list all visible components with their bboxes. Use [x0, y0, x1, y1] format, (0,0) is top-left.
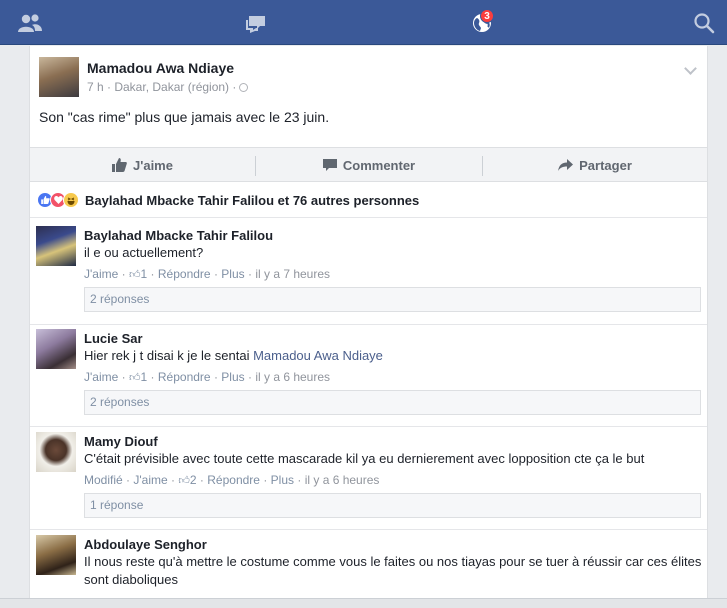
post-author-name[interactable]: Mamadou Awa Ndiaye	[87, 60, 234, 76]
commenter-avatar[interactable]	[36, 226, 76, 266]
comment-like-count[interactable]: 1	[141, 370, 148, 384]
mention-link[interactable]: Mamadou Awa Ndiaye	[253, 348, 383, 363]
comment-actions: J'aime · 👍︎1 · Répondre · Plus · il y a …	[84, 370, 331, 384]
reactions-text[interactable]: Baylahad Mbacke Tahir Falilou et 76 autr…	[85, 193, 419, 208]
comment-more-link[interactable]: Plus	[221, 267, 244, 281]
comment-more-link[interactable]: Plus	[271, 473, 294, 487]
comment-text-body: Hier rek j t disai k je le sentai	[84, 348, 250, 363]
post-meta: 7 h · Dakar, Dakar (région) ·	[87, 80, 249, 94]
comment-reply-link[interactable]: Répondre	[158, 370, 211, 384]
comment-time[interactable]: il y a 6 heures	[255, 370, 330, 384]
like-label: J'aime	[133, 157, 173, 173]
chevron-down-icon[interactable]	[684, 62, 697, 75]
post-text: Son "cas rime" plus que jamais avec le 2…	[39, 109, 330, 125]
top-nav-bar: 3	[0, 0, 727, 45]
post-author-avatar[interactable]	[39, 57, 79, 97]
comment-text: Hier rek j t disai k je le sentai Mamado…	[84, 347, 704, 365]
comment-text: C'était prévisible avec toute cette masc…	[84, 451, 645, 466]
comment-like-count[interactable]: 1	[141, 267, 148, 281]
commenter-avatar[interactable]	[36, 432, 76, 472]
comment-reply-link[interactable]: Répondre	[158, 267, 211, 281]
comment-time[interactable]: il y a 7 heures	[255, 267, 330, 281]
like-button[interactable]: J'aime	[30, 148, 255, 182]
comment-like-link[interactable]: J'aime	[133, 473, 167, 487]
reactions-summary[interactable]: Baylahad Mbacke Tahir Falilou et 76 autr…	[37, 191, 419, 209]
friends-tab[interactable]	[10, 0, 50, 45]
commenter-name[interactable]: Lucie Sar	[84, 331, 143, 346]
friends-icon	[18, 13, 42, 32]
post-actions-bar: J'aime Commenter Partager	[30, 147, 707, 182]
comment-item: Baylahad Mbacke Tahir Falilou il e ou ac…	[30, 218, 707, 320]
privacy-globe-icon	[239, 83, 249, 92]
notifications-badge: 3	[480, 9, 494, 23]
share-label: Partager	[579, 157, 632, 173]
comment-label: Commenter	[342, 157, 416, 173]
comment-reply-link[interactable]: Répondre	[207, 473, 260, 487]
thumbs-up-icon: 👍︎	[129, 372, 141, 384]
comment-like-link[interactable]: J'aime	[84, 370, 118, 384]
comment-more-link[interactable]: Plus	[221, 370, 244, 384]
messages-icon	[246, 15, 265, 33]
commenter-avatar[interactable]	[36, 329, 76, 369]
commenter-name[interactable]: Baylahad Mbacke Tahir Falilou	[84, 228, 273, 243]
post-card: Mamadou Awa Ndiaye 7 h · Dakar, Dakar (r…	[29, 46, 708, 608]
thumbs-up-icon: 👍︎	[129, 269, 141, 281]
comment-item: Abdoulaye Senghor Il nous reste qu'à met…	[30, 527, 707, 608]
haha-reaction-icon	[63, 192, 79, 208]
share-icon	[558, 159, 574, 171]
share-button[interactable]: Partager	[483, 148, 707, 182]
search-icon	[694, 12, 715, 33]
bottom-scroll-strip	[0, 598, 727, 608]
comment-like-link[interactable]: J'aime	[84, 267, 118, 281]
comment-button[interactable]: Commenter	[256, 148, 482, 182]
comment-text: Il nous reste qu'à mettre le costume com…	[84, 554, 702, 587]
post-meta-text: 7 h · Dakar, Dakar (région) ·	[87, 80, 237, 94]
search-button[interactable]	[684, 0, 724, 45]
comment-icon	[322, 158, 337, 171]
replies-toggle[interactable]: 2 réponses	[84, 287, 701, 312]
comment-item: Lucie Sar Hier rek j t disai k je le sen…	[30, 321, 707, 424]
replies-toggle[interactable]: 1 réponse	[84, 493, 701, 518]
comment-modified-link[interactable]: Modifié	[84, 473, 123, 487]
comment-actions: J'aime · 👍︎1 · Répondre · Plus · il y a …	[84, 267, 331, 281]
comment-item: Mamy Diouf C'était prévisible avec toute…	[30, 424, 707, 526]
comment-text: il e ou actuellement?	[84, 245, 204, 260]
commenter-avatar[interactable]	[36, 535, 76, 575]
notifications-tab[interactable]	[462, 0, 502, 45]
thumbs-up-icon	[112, 158, 127, 172]
commenter-name[interactable]: Mamy Diouf	[84, 434, 158, 449]
comment-like-count[interactable]: 2	[190, 473, 197, 487]
commenter-name[interactable]: Abdoulaye Senghor	[84, 537, 207, 552]
thumbs-up-icon: 👍︎	[178, 475, 190, 487]
comment-actions: Modifié · J'aime · 👍︎2 · Répondre · Plus…	[84, 473, 380, 487]
replies-toggle[interactable]: 2 réponses	[84, 390, 701, 415]
messages-tab[interactable]	[236, 0, 276, 45]
comment-time[interactable]: il y a 6 heures	[305, 473, 380, 487]
